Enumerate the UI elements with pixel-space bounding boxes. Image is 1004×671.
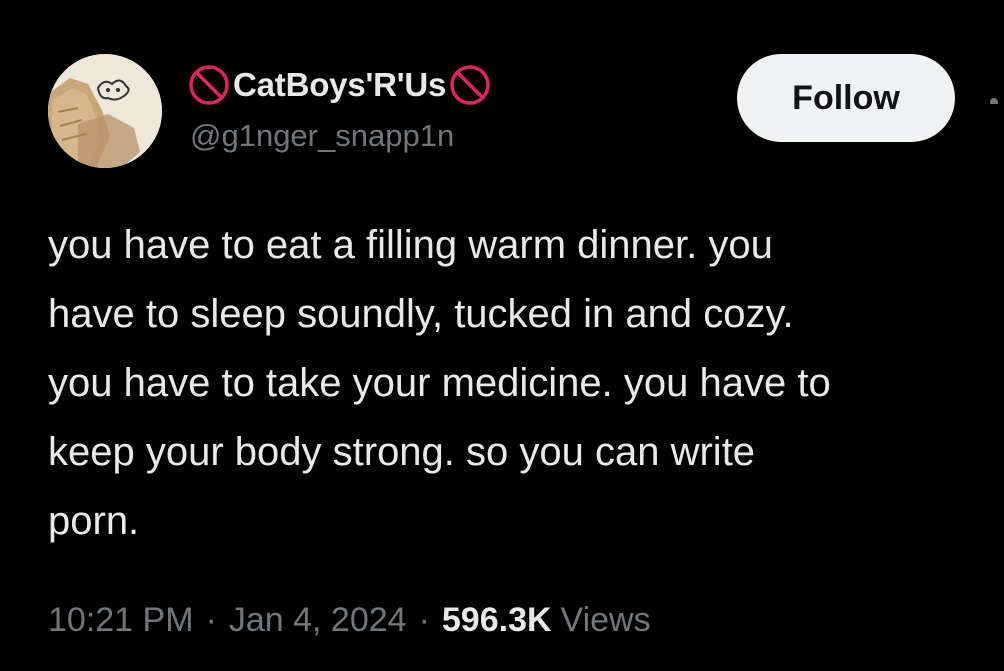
tweet-time[interactable]: 10:21 PM [48,601,194,640]
views-label: Views [560,601,651,639]
meta-separator: · [418,601,430,639]
no-under-18-icon [188,64,230,106]
tweet-text: you have to eat a filling warm dinner. y… [48,223,831,543]
no-under-18-icon [449,64,491,106]
author-name-row[interactable]: CatBoys'R'Us [188,62,491,108]
tweet-meta: 10:21 PM · Jan 4, 2024 · 596.3K Views [48,601,651,640]
views-count: 596.3K [441,601,552,639]
tweet-date[interactable]: Jan 4, 2024 [229,601,407,640]
follow-button[interactable]: Follow [737,54,955,142]
meta-separator: · [205,601,217,639]
author-display-name[interactable]: CatBoys'R'Us [233,66,446,104]
tweet-card: CatBoys'R'Us @g1nger_snapp1n Follow you … [0,0,1004,671]
avatar[interactable] [48,54,162,168]
author-handle[interactable]: @g1nger_snapp1n [190,118,454,154]
more-options-icon[interactable] [986,94,1004,104]
